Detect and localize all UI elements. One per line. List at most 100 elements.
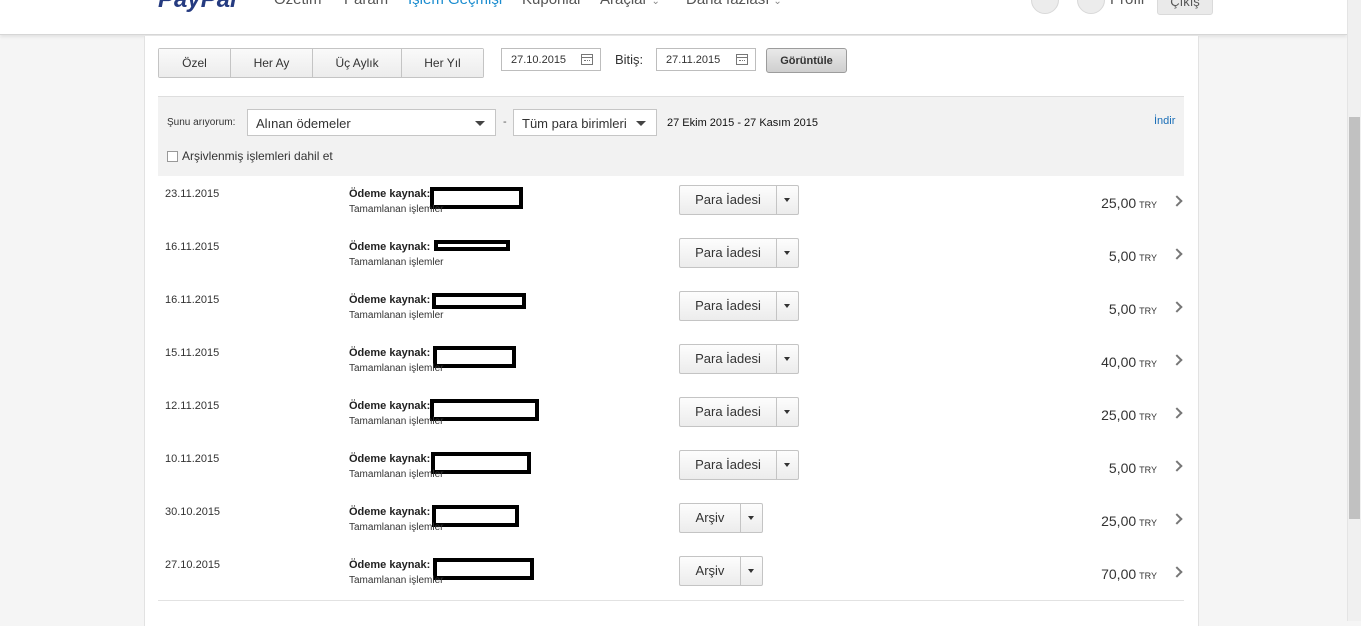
archive-button[interactable]: Arşiv	[680, 504, 741, 532]
payment-source-label: Ödeme kaynak:	[349, 453, 431, 465]
nav-item-money[interactable]: Param	[344, 0, 388, 8]
action-menu-caret-icon[interactable]	[741, 504, 762, 532]
transaction-status: Tamamlanan işlemler	[349, 575, 444, 586]
end-date-value: 27.11.2015	[666, 54, 721, 66]
transaction-row[interactable]: 16.11.2015 Ödeme kaynak: Tamamlanan işle…	[158, 282, 1184, 336]
transaction-date: 10.11.2015	[165, 453, 220, 465]
nav-item-coupons[interactable]: Kuponlar	[522, 0, 582, 8]
redacted-block	[433, 558, 534, 580]
payment-source-label: Ödeme kaynak:	[349, 559, 431, 571]
period-yearly-button[interactable]: Her Yıl	[402, 49, 483, 77]
chevron-down-icon: ⌄	[651, 0, 660, 7]
nav-item-summary[interactable]: Özetim	[274, 0, 322, 8]
action-menu-caret-icon[interactable]	[777, 239, 798, 267]
transaction-status: Tamamlanan işlemler	[349, 469, 444, 480]
refund-button[interactable]: Para İadesi	[680, 186, 777, 214]
transaction-row[interactable]: 23.11.2015 Ödeme kaynak: Tamamlanan işle…	[158, 176, 1184, 230]
chevron-right-icon[interactable]	[1171, 566, 1183, 578]
refund-button-group: Para İadesi	[679, 185, 799, 215]
transaction-row[interactable]: 30.10.2015 Ödeme kaynak: Tamamlanan işle…	[158, 494, 1184, 548]
action-menu-caret-icon[interactable]	[777, 292, 798, 320]
paypal-logo[interactable]: PayPal	[158, 0, 237, 12]
payment-source-label: Ödeme kaynak:	[349, 400, 431, 412]
period-custom-button[interactable]: Özel	[159, 49, 231, 77]
transaction-row[interactable]: 16.11.2015 Ödeme kaynak: Tamamlanan işle…	[158, 229, 1184, 283]
transaction-type-select[interactable]: Alınan ödemeler	[247, 109, 496, 136]
include-archived-label: Arşivlenmiş işlemleri dahil et	[182, 149, 333, 163]
transaction-amount: 5,00 TRY	[1108, 248, 1157, 264]
transaction-date: 27.10.2015	[165, 559, 221, 571]
transaction-amount: 25,00 TRY	[1101, 195, 1157, 211]
refund-button-group: Para İadesi	[679, 397, 799, 427]
currency-value: Tüm para birimleri	[522, 116, 627, 131]
date-range-text: 27 Ekim 2015 - 27 Kasım 2015	[667, 117, 819, 129]
chevron-right-icon[interactable]	[1171, 407, 1183, 419]
chevron-right-icon[interactable]	[1171, 248, 1183, 260]
nav-item-tools[interactable]: Araçlar⌄	[600, 0, 660, 10]
start-date-value: 27.10.2015	[511, 54, 567, 66]
redacted-block	[431, 452, 531, 474]
archive-button[interactable]: Arşiv	[680, 557, 741, 585]
action-menu-caret-icon[interactable]	[777, 345, 798, 373]
payment-source-label: Ödeme kaynak:	[349, 241, 431, 253]
redacted-block	[432, 293, 526, 309]
refund-button[interactable]: Para İadesi	[680, 398, 777, 426]
chevron-right-icon[interactable]	[1171, 513, 1183, 525]
refund-button-group: Para İadesi	[679, 344, 799, 374]
redacted-block	[430, 399, 539, 421]
transaction-row[interactable]: 27.10.2015 Ödeme kaynak: Tamamlanan işle…	[158, 547, 1184, 601]
chevron-right-icon[interactable]	[1171, 460, 1183, 472]
refund-button[interactable]: Para İadesi	[680, 239, 777, 267]
transaction-row[interactable]: 15.11.2015 Ödeme kaynak: Tamamlanan işle…	[158, 335, 1184, 389]
transaction-amount: 40,00 TRY	[1101, 354, 1157, 370]
transaction-status: Tamamlanan işlemler	[349, 522, 444, 533]
redacted-block	[430, 187, 523, 209]
nav-item-activity[interactable]: İşlem Geçmişi	[408, 0, 502, 8]
redacted-block	[433, 346, 516, 368]
archive-button-group: Arşiv	[679, 556, 763, 586]
chevron-down-icon: ⌄	[773, 0, 782, 7]
redacted-block	[434, 240, 510, 251]
chevron-right-icon[interactable]	[1171, 195, 1183, 207]
transaction-status: Tamamlanan işlemler	[349, 257, 444, 268]
transaction-amount: 25,00 TRY	[1101, 513, 1157, 529]
refund-button-group: Para İadesi	[679, 238, 799, 268]
refund-button[interactable]: Para İadesi	[680, 451, 777, 479]
refund-button[interactable]: Para İadesi	[680, 345, 777, 373]
include-archived-checkbox[interactable]	[167, 151, 178, 162]
action-menu-caret-icon[interactable]	[777, 451, 798, 479]
top-navigation: PayPal	[0, 0, 1347, 35]
show-button[interactable]: Görüntüle	[766, 48, 847, 73]
action-menu-caret-icon[interactable]	[741, 557, 762, 585]
transaction-row[interactable]: 10.11.2015 Ödeme kaynak: Tamamlanan işle…	[158, 441, 1184, 495]
scrollbar-thumb[interactable]	[1349, 117, 1360, 519]
payment-source-label: Ödeme kaynak:	[349, 506, 431, 518]
end-date-input[interactable]: 27.11.2015	[656, 48, 756, 71]
refund-button[interactable]: Para İadesi	[680, 292, 777, 320]
calendar-icon[interactable]	[736, 54, 748, 65]
chevron-right-icon[interactable]	[1171, 301, 1183, 313]
transaction-status: Tamamlanan işlemler	[349, 310, 444, 321]
chevron-right-icon[interactable]	[1171, 354, 1183, 366]
transaction-status: Tamamlanan işlemler	[349, 416, 444, 427]
redacted-block	[432, 505, 519, 527]
period-monthly-button[interactable]: Her Ay	[231, 49, 313, 77]
payment-source-label: Ödeme kaynak:	[349, 347, 431, 359]
logout-button[interactable]: Çıkış	[1157, 0, 1213, 15]
start-date-input[interactable]: 27.10.2015	[501, 48, 601, 71]
transaction-date: 16.11.2015	[165, 241, 220, 253]
action-menu-caret-icon[interactable]	[777, 186, 798, 214]
nav-item-profile[interactable]: Profil	[1110, 0, 1144, 8]
transaction-date: 30.10.2015	[165, 506, 221, 518]
action-menu-caret-icon[interactable]	[777, 398, 798, 426]
period-quarterly-button[interactable]: Üç Aylık	[313, 49, 402, 77]
transaction-amount: 25,00 TRY	[1101, 407, 1157, 423]
currency-select[interactable]: Tüm para birimleri	[513, 109, 657, 136]
transaction-amount: 5,00 TRY	[1108, 460, 1157, 476]
download-link[interactable]: İndir	[1154, 115, 1175, 127]
calendar-icon[interactable]	[581, 54, 593, 65]
nav-item-more[interactable]: Daha fazlası⌄	[686, 0, 782, 10]
transaction-amount: 70,00 TRY	[1101, 566, 1157, 582]
transaction-date: 12.11.2015	[165, 400, 220, 412]
transaction-row[interactable]: 12.11.2015 Ödeme kaynak: Tamamlanan işle…	[158, 388, 1184, 442]
